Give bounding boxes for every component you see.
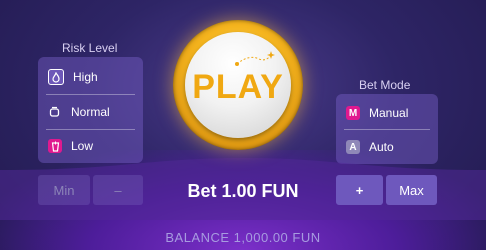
- risk-level-title: Risk Level: [62, 41, 118, 55]
- coffee-cup-icon: [48, 105, 62, 119]
- bet-amount: Bet 1.00 FUN: [187, 181, 299, 201]
- play-button-face: PLAY: [185, 32, 291, 138]
- manual-badge-icon: M: [346, 106, 360, 120]
- sparkle-trail-icon: [235, 51, 275, 66]
- increase-bet-button[interactable]: +: [336, 175, 383, 205]
- decrease-bet-button[interactable]: –: [93, 175, 143, 205]
- risk-option-label: High: [73, 70, 98, 84]
- risk-option-high[interactable]: High: [38, 60, 143, 94]
- risk-option-normal[interactable]: Normal: [38, 95, 143, 129]
- bet-mode-label: Manual: [369, 106, 409, 120]
- balance-text: BALANCE 1,000.00 FUN: [165, 230, 321, 245]
- flame-icon: [48, 69, 64, 85]
- risk-level-panel: High Normal Low: [38, 57, 143, 163]
- play-button[interactable]: PLAY: [173, 20, 303, 150]
- risk-option-label: Normal: [71, 105, 110, 119]
- min-button[interactable]: Min: [38, 175, 90, 205]
- play-label: PLAY: [192, 68, 284, 106]
- max-button[interactable]: Max: [386, 175, 437, 205]
- bet-mode-title: Bet Mode: [359, 78, 411, 92]
- bet-mode-manual[interactable]: M Manual: [336, 96, 438, 130]
